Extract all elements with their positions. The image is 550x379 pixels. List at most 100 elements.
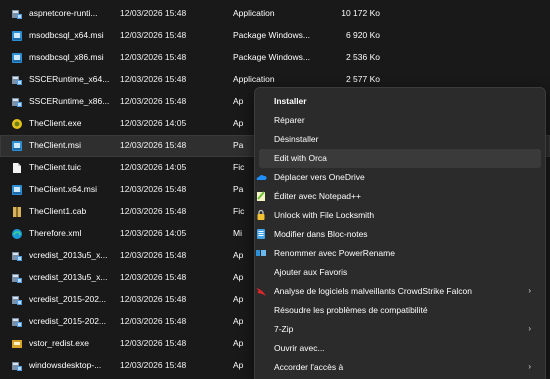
file-date: 12/03/2026 15:48	[120, 140, 187, 150]
vstor-setup-icon	[11, 338, 23, 350]
file-name: vcredist_2015-202...	[29, 316, 107, 326]
file-type: Fic	[233, 162, 245, 172]
menu-item-label: Désinstaller	[274, 134, 319, 144]
file-type: Ap	[233, 294, 244, 304]
file-name: SSCERuntime_x86...	[29, 96, 110, 106]
file-type: Ap	[233, 338, 244, 348]
menu-item-label: Analyse de logiciels malveillants CrowdS…	[274, 286, 472, 296]
menu-item-label: Installer	[274, 96, 307, 106]
menu-item-label: Edit with Orca	[274, 153, 327, 163]
menu-item-desinstaller[interactable]: Désinstaller	[259, 130, 541, 149]
menu-item-label: Éditer avec Notepad++	[274, 191, 361, 201]
file-name: TheClient1.cab	[29, 206, 87, 216]
menu-item-resoudre-les-problemes-de-compatibilite[interactable]: Résoudre les problèmes de compatibilité	[259, 301, 541, 320]
file-name: vcredist_2013u5_x...	[29, 250, 108, 260]
menu-item-label: Modifier dans Bloc-notes	[274, 229, 368, 239]
menu-item-edit-with-orca[interactable]: Edit with Orca	[259, 149, 541, 168]
menu-item-label: Accorder l'accès à	[274, 362, 344, 372]
app-exe-icon	[11, 118, 23, 130]
menu-item-analyse-de-logiciels-malveillants-crowdstrike-falcon[interactable]: Analyse de logiciels malveillants CrowdS…	[256, 282, 541, 301]
edge-xml-icon	[11, 228, 23, 240]
menu-item-reparer[interactable]: Réparer	[259, 111, 541, 130]
file-size: 10 172 Ko	[341, 8, 380, 18]
menu-item-unlock-with-file-locksmith[interactable]: Unlock with File Locksmith	[257, 206, 541, 225]
file-date: 12/03/2026 15:48	[120, 338, 187, 348]
installer-setup-icon	[11, 360, 23, 372]
menu-item-7-zip[interactable]: 7-Zip ›	[259, 320, 541, 339]
file-date: 12/03/2026 15:48	[120, 206, 187, 216]
file-row[interactable]: msodbcsql_x86.msi 12/03/2026 15:48 Package…	[0, 47, 550, 69]
cab-archive-icon	[11, 206, 23, 218]
file-date: 12/03/2026 15:48	[120, 184, 187, 194]
installer-setup-icon	[11, 294, 23, 306]
file-type: Ap	[233, 316, 244, 326]
msi-package-icon	[11, 140, 23, 152]
menu-item-ouvrir-avec[interactable]: Ouvrir avec...	[259, 339, 541, 358]
file-type: Fic	[233, 206, 245, 216]
file-name: vcredist_2015-202...	[29, 294, 107, 304]
file-date: 12/03/2026 15:48	[120, 52, 187, 62]
file-type: Package Windows...	[233, 30, 311, 40]
file-name: vcredist_2013u5_x...	[29, 272, 108, 282]
menu-item-label: Unlock with File Locksmith	[274, 210, 375, 220]
msi-package-icon	[11, 184, 23, 196]
menu-item-label: 7-Zip	[274, 324, 294, 334]
file-type: Package Windows...	[233, 52, 311, 62]
file-date: 12/03/2026 15:48	[120, 74, 187, 84]
file-size: 2 577 Ko	[345, 74, 380, 84]
menu-item-installer[interactable]: Installer	[259, 92, 541, 111]
file-row[interactable]: msodbcsql_x64.msi 12/03/2026 15:48 Package…	[0, 25, 550, 47]
msi-package-icon	[11, 52, 23, 64]
menu-item-accorder-l-acces-a[interactable]: Accorder l'accès à ›	[259, 358, 541, 377]
onedrive-cloud-icon	[255, 171, 267, 183]
file-date: 12/03/2026 15:48	[120, 96, 187, 106]
file-name: windowsdesktop-...	[29, 360, 102, 370]
lock-icon	[255, 209, 267, 221]
file-name: aspnetcore-runti...	[29, 8, 98, 18]
file-type: Mi	[233, 228, 242, 238]
menu-item-label: Déplacer vers OneDrive	[274, 172, 365, 182]
file-date: 12/03/2026 15:48	[120, 250, 187, 260]
notepad-icon	[255, 228, 267, 240]
installer-setup-icon	[11, 316, 23, 328]
file-type: Pa	[233, 184, 244, 194]
powerrename-icon	[255, 247, 267, 259]
chevron-right-icon: ›	[528, 286, 531, 295]
file-name: TheClient.tuic	[29, 162, 81, 172]
msi-package-icon	[11, 30, 23, 42]
file-type: Application	[233, 74, 275, 84]
file-name: msodbcsql_x64.msi	[29, 30, 104, 40]
file-row[interactable]: aspnetcore-runti... 12/03/2026 15:48 Appli…	[0, 3, 550, 25]
file-type: Ap	[233, 96, 244, 106]
context-menu: Installer Réparer Désinstaller Edit with Or…	[254, 87, 546, 379]
menu-item-label: Réparer	[274, 115, 305, 125]
installer-setup-icon	[11, 272, 23, 284]
file-size: 2 536 Ko	[345, 52, 380, 62]
menu-item-modifier-dans-bloc-notes[interactable]: Modifier dans Bloc-notes	[257, 225, 541, 244]
file-name: TheClient.x64.msi	[29, 184, 98, 194]
file-type: Ap	[233, 118, 244, 128]
file-date: 12/03/2026 14:05	[120, 118, 187, 128]
notepadplusplus-icon	[255, 190, 267, 202]
menu-item-label: Ouvrir avec...	[274, 343, 325, 353]
file-type: Application	[233, 8, 275, 18]
file-date: 12/03/2026 14:05	[120, 228, 187, 238]
file-date: 12/03/2026 15:48	[120, 360, 187, 370]
blank-file-icon	[11, 162, 23, 174]
file-date: 12/03/2026 15:48	[120, 316, 187, 326]
file-name: Therefore.xml	[29, 228, 82, 238]
file-type: Ap	[233, 272, 244, 282]
file-name: vstor_redist.exe	[29, 338, 89, 348]
menu-item-editer-avec-notepad[interactable]: Éditer avec Notepad++	[257, 187, 541, 206]
crowdstrike-falcon-icon	[255, 285, 267, 297]
file-date: 12/03/2026 15:48	[120, 294, 187, 304]
file-name: msodbcsql_x86.msi	[29, 52, 104, 62]
file-date: 12/03/2026 14:05	[120, 162, 187, 172]
installer-setup-icon	[11, 74, 23, 86]
file-type: Pa	[233, 140, 244, 150]
menu-item-renommer-avec-powerrename[interactable]: Renommer avec PowerRename	[256, 244, 541, 263]
file-name: SSCERuntime_x64...	[29, 74, 110, 84]
menu-item-ajouter-aux-favoris[interactable]: Ajouter aux Favoris	[259, 263, 541, 282]
menu-item-deplacer-vers-onedrive[interactable]: Déplacer vers OneDrive	[256, 168, 541, 187]
chevron-right-icon: ›	[528, 324, 531, 333]
